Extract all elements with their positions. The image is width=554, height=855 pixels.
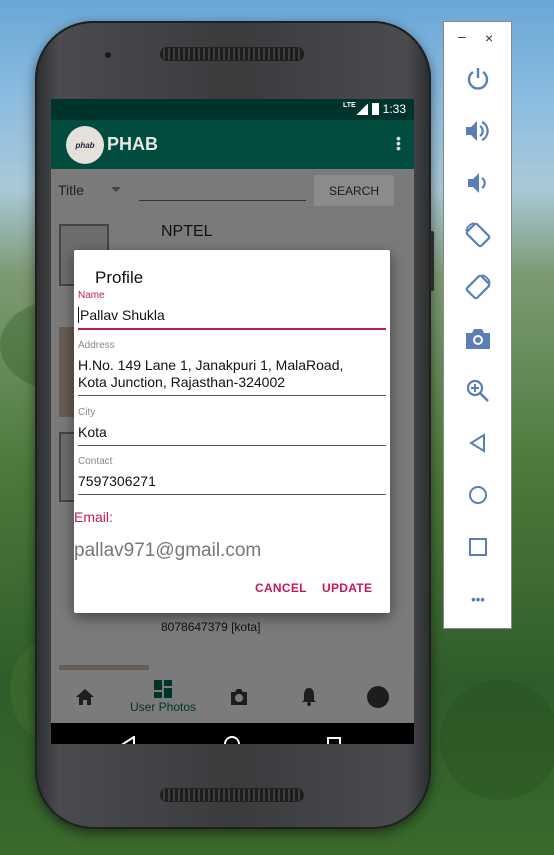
emulator-toolbar: – × ••• xyxy=(443,21,512,629)
text-cursor xyxy=(78,307,79,323)
network-type: LTE xyxy=(342,102,356,109)
contact-field[interactable]: Contact 7597306271 xyxy=(78,456,386,495)
phone-frame: LTE 1:33 phab PHAB • • • Title SEARCH NPTE… xyxy=(35,21,434,829)
rotate-right-icon xyxy=(465,274,491,300)
home-icon xyxy=(76,689,94,705)
back-triangle-icon xyxy=(121,736,135,744)
more-button[interactable]: ••• xyxy=(461,582,495,616)
name-field[interactable]: Name Pallav Shukla xyxy=(78,290,386,330)
status-time: 1:33 xyxy=(382,102,406,116)
name-label: Name xyxy=(78,290,105,301)
back-button[interactable] xyxy=(461,426,495,460)
list-item-title: NPTEL xyxy=(161,223,213,240)
screenshot-button[interactable] xyxy=(461,322,495,356)
volume-button xyxy=(430,231,434,291)
rotate-left-button[interactable] xyxy=(461,218,495,252)
search-input[interactable] xyxy=(139,200,306,201)
system-navigation-bar xyxy=(51,723,414,744)
front-camera xyxy=(105,52,111,58)
close-button[interactable]: × xyxy=(485,30,493,46)
overview-button[interactable] xyxy=(461,530,495,564)
nav-home[interactable] xyxy=(69,671,101,723)
back-triangle-icon xyxy=(469,433,485,453)
search-button[interactable]: SEARCH xyxy=(314,175,394,206)
nav-notifications[interactable] xyxy=(293,671,325,723)
nav-profile[interactable] xyxy=(362,671,394,723)
home-button[interactable] xyxy=(461,478,495,512)
email-value: pallav971@gmail.com xyxy=(74,540,262,561)
profile-dialog: Profile Name Pallav Shukla Address H.No.… xyxy=(74,250,390,613)
battery-icon xyxy=(371,103,379,115)
avatar xyxy=(367,686,389,708)
cancel-button[interactable]: CANCEL xyxy=(255,581,307,595)
app-title: PHAB xyxy=(107,134,159,154)
phone-screen: LTE 1:33 phab PHAB • • • Title SEARCH NPTE… xyxy=(51,99,414,744)
dialog-title: Profile xyxy=(95,268,144,287)
home-circle-icon xyxy=(469,486,487,504)
volume-down-button[interactable] xyxy=(461,166,495,200)
background-forest xyxy=(440,680,554,800)
bottom-navigation: User Photos xyxy=(51,671,414,723)
camera-icon xyxy=(231,689,247,705)
address-value-line2: Kota Junction, Rajasthan-324002 xyxy=(78,374,286,390)
search-row: Title SEARCH xyxy=(51,169,414,214)
zoom-button[interactable] xyxy=(461,374,495,408)
list-item-thumbnail[interactable] xyxy=(59,665,149,670)
bottom-speaker xyxy=(160,788,304,802)
home-system-button[interactable] xyxy=(212,723,252,744)
volume-down-icon xyxy=(468,173,486,193)
recents-button[interactable] xyxy=(314,723,354,744)
address-field[interactable]: Address H.No. 149 Lane 1, Janakpuri 1, M… xyxy=(78,340,386,396)
list-item-contact: 8078647379 [kota] xyxy=(161,620,261,634)
home-circle-icon xyxy=(224,736,240,744)
city-label: City xyxy=(78,407,96,418)
status-bar: LTE 1:33 xyxy=(51,99,414,120)
update-button[interactable]: UPDATE xyxy=(322,581,372,595)
name-value: Pallav Shukla xyxy=(80,307,165,323)
contact-label: Contact xyxy=(78,456,113,467)
dropdown-caret-icon[interactable] xyxy=(111,187,121,192)
city-value: Kota xyxy=(78,424,107,440)
logo-text: phab xyxy=(75,140,95,150)
overview-square-icon xyxy=(469,538,487,556)
overflow-menu-icon[interactable]: • • • xyxy=(396,131,401,155)
volume-up-icon xyxy=(466,121,489,141)
app-bar: phab PHAB • • • xyxy=(51,120,414,169)
rotate-left-icon xyxy=(465,222,491,248)
volume-up-button[interactable] xyxy=(461,114,495,148)
rotate-right-button[interactable] xyxy=(461,270,495,304)
nav-camera[interactable] xyxy=(223,671,255,723)
email-label: Email: xyxy=(74,509,113,525)
recents-square-icon xyxy=(327,737,341,744)
zoom-in-icon xyxy=(466,379,489,402)
minimize-button[interactable]: – xyxy=(458,28,466,44)
address-underline xyxy=(78,395,386,396)
power-button[interactable] xyxy=(461,62,495,96)
dashboard-icon xyxy=(154,680,172,698)
power-icon xyxy=(467,68,489,90)
nav-user-photos[interactable]: User Photos xyxy=(127,671,199,723)
address-label: Address xyxy=(78,340,115,351)
back-button[interactable] xyxy=(109,723,149,744)
nav-user-photos-label: User Photos xyxy=(129,700,197,714)
top-speaker xyxy=(160,47,304,61)
camera-icon xyxy=(466,329,490,349)
filter-select[interactable]: Title xyxy=(58,182,84,198)
contact-underline xyxy=(78,494,386,495)
bell-icon xyxy=(302,688,316,706)
name-underline xyxy=(78,328,386,330)
city-underline xyxy=(78,445,386,446)
contact-value: 7597306271 xyxy=(78,473,156,489)
signal-icon xyxy=(355,103,368,115)
app-logo: phab xyxy=(66,126,104,164)
address-value-line1: H.No. 149 Lane 1, Janakpuri 1, MalaRoad, xyxy=(78,357,344,373)
city-field[interactable]: City Kota xyxy=(78,407,386,446)
